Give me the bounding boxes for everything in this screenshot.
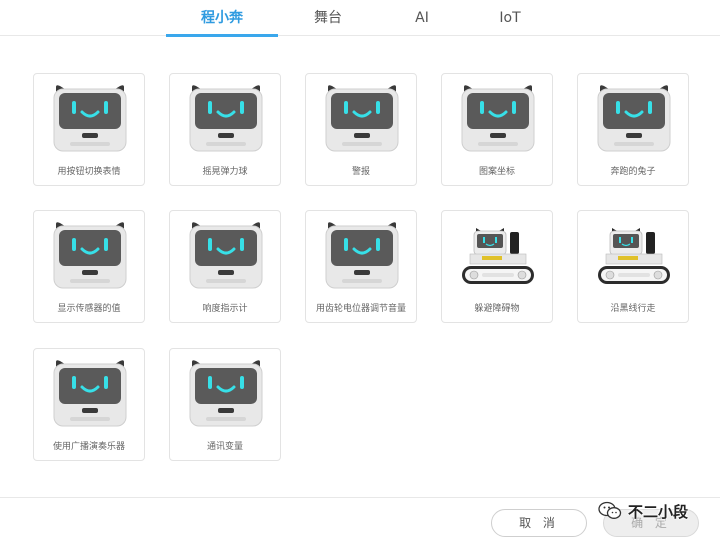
robot-face-thumbnail [50, 358, 130, 428]
tab-label: 程小奔 [201, 10, 243, 26]
example-card[interactable]: 通讯变量 [169, 348, 281, 461]
robot-face-thumbnail [50, 220, 130, 290]
wechat-icon [598, 501, 622, 519]
example-title: 用按钮切换表情 [57, 167, 121, 177]
robot-face-thumbnail [594, 83, 674, 153]
active-tab-indicator [166, 34, 278, 37]
example-title: 警报 [351, 167, 370, 177]
example-card[interactable]: 响度指示计 [169, 210, 281, 323]
example-title: 响度指示计 [202, 304, 248, 314]
example-title: 沿黑线行走 [610, 304, 656, 314]
robot-face-thumbnail [322, 220, 402, 290]
tab-label: 舞台 [314, 10, 342, 26]
example-title: 用齿轮电位器调节音量 [315, 304, 406, 314]
robot-face-thumbnail [50, 83, 130, 153]
cancel-button[interactable]: 取 消 [491, 509, 587, 537]
robot-face-thumbnail [186, 220, 266, 290]
tab-cyberpi[interactable]: 程小奔 [166, 0, 278, 37]
example-title: 图案坐标 [478, 167, 515, 177]
tab-stage[interactable]: 舞台 [290, 0, 366, 36]
example-title: 使用广播演奏乐器 [52, 442, 125, 452]
watermark: 不二小段 [598, 499, 688, 523]
example-title: 奔跑的兔子 [610, 167, 656, 177]
example-card[interactable]: 用齿轮电位器调节音量 [305, 210, 417, 323]
example-title: 显示传感器的值 [57, 304, 121, 314]
category-tab-bar: 程小奔 舞台 AI IoT [0, 0, 720, 37]
example-title: 摇晃弹力球 [202, 167, 248, 177]
example-card[interactable]: 摇晃弹力球 [169, 73, 281, 186]
example-title: 躲避障碍物 [474, 304, 520, 314]
watermark-text: 不二小段 [628, 502, 689, 521]
example-card[interactable]: 使用广播演奏乐器 [33, 348, 145, 461]
robot-car-thumbnail [594, 220, 674, 290]
tab-label: IoT [499, 10, 521, 26]
example-card[interactable]: 显示传感器的值 [33, 210, 145, 323]
tab-ai[interactable]: AI [396, 0, 448, 36]
robot-face-thumbnail [322, 83, 402, 153]
robot-face-thumbnail [186, 83, 266, 153]
example-card[interactable]: 图案坐标 [441, 73, 553, 186]
example-card[interactable]: 沿黑线行走 [577, 210, 689, 323]
example-card[interactable]: 躲避障碍物 [441, 210, 553, 323]
example-card[interactable]: 警报 [305, 73, 417, 186]
robot-face-thumbnail [458, 83, 538, 153]
tab-iot[interactable]: IoT [478, 0, 542, 36]
example-card[interactable]: 奔跑的兔子 [577, 73, 689, 186]
tab-label: AI [415, 10, 429, 26]
robot-face-thumbnail [186, 358, 266, 428]
example-card[interactable]: 用按钮切换表情 [33, 73, 145, 186]
robot-car-thumbnail [458, 220, 538, 290]
example-title: 通讯变量 [206, 442, 243, 452]
